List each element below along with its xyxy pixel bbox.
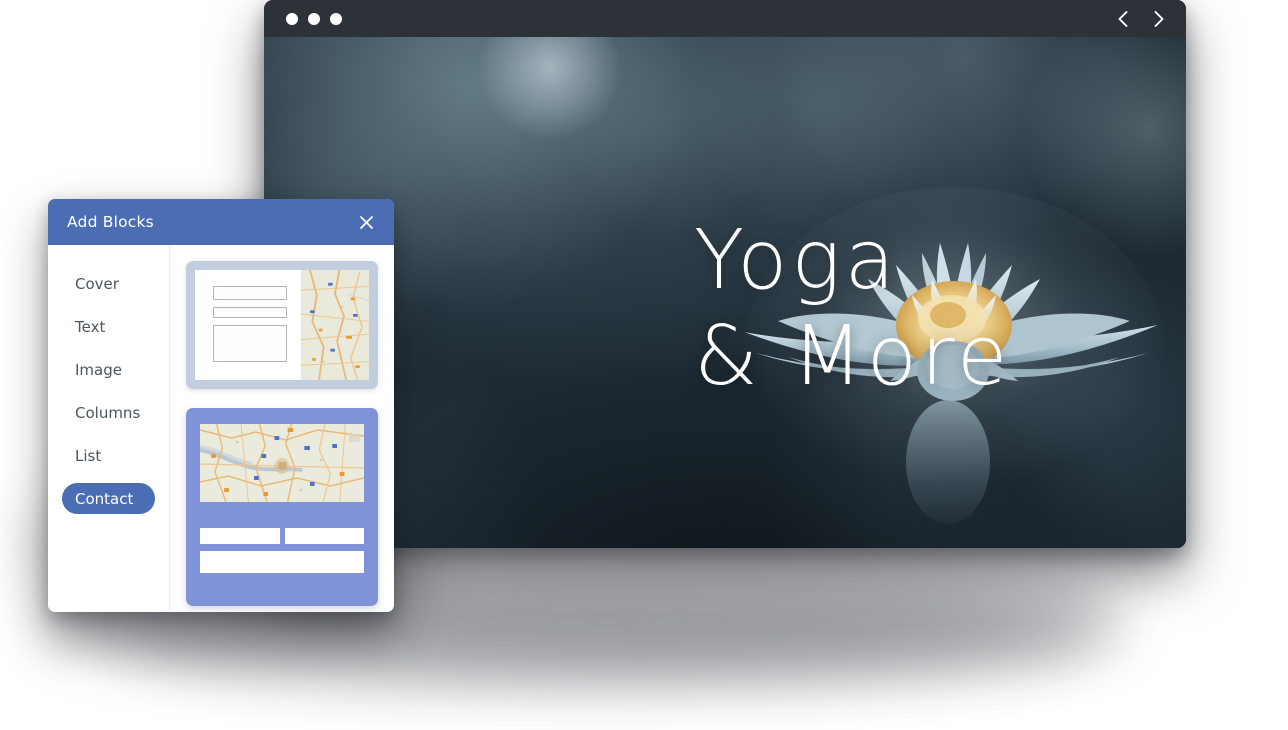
dialog-header: Add Blocks — [48, 199, 394, 245]
sidebar-item-columns[interactable]: Columns — [62, 397, 155, 428]
hero-title-line-2: & More — [694, 309, 1012, 404]
browser-window: Yoga & More — [264, 0, 1186, 548]
block-preview-contact-form-with-side-map[interactable] — [186, 261, 378, 389]
add-blocks-dialog: Add Blocks Cover Text Image Columns List — [48, 199, 394, 612]
preview-textarea-field — [213, 325, 288, 362]
sidebar-item-cover[interactable]: Cover — [62, 268, 155, 299]
preview-input-field — [213, 286, 288, 300]
sidebar-item-label: Contact — [75, 489, 134, 508]
sidebar-item-label: Columns — [75, 403, 141, 422]
preview-map-thumbnail — [301, 270, 369, 380]
dialog-body: Cover Text Image Columns List Contact — [48, 245, 394, 612]
sidebar-item-label: List — [75, 446, 102, 465]
preview-form-fields — [195, 270, 301, 380]
window-dot-maximize[interactable] — [330, 12, 342, 25]
preview-input-field — [284, 528, 364, 544]
block-preview-contact-form-with-top-map[interactable] — [186, 408, 378, 606]
sidebar-item-label: Cover — [75, 274, 119, 293]
preview-input-field — [213, 307, 288, 318]
slider-navigation — [1112, 8, 1170, 30]
dialog-title: Add Blocks — [67, 213, 154, 231]
preview-field-row — [200, 528, 364, 544]
block-category-list: Cover Text Image Columns List Contact — [48, 245, 170, 612]
sidebar-item-list[interactable]: List — [62, 440, 155, 471]
ambient-shadow — [120, 600, 1100, 685]
preview-textarea-field — [200, 551, 364, 573]
block-preview-list — [170, 245, 394, 612]
sidebar-item-text[interactable]: Text — [62, 311, 155, 342]
preview-input-field — [200, 528, 280, 544]
browser-titlebar — [264, 0, 1186, 37]
preview-map-thumbnail — [200, 424, 364, 502]
sidebar-item-label: Text — [75, 317, 106, 336]
window-dot-close[interactable] — [286, 12, 298, 25]
hero-banner: Yoga & More — [264, 37, 1186, 548]
window-dot-minimize[interactable] — [308, 12, 320, 25]
preview-canvas — [195, 270, 369, 380]
hero-title-line-1: Yoga — [694, 213, 899, 308]
sidebar-item-contact[interactable]: Contact — [62, 483, 155, 514]
sidebar-item-image[interactable]: Image — [62, 354, 155, 385]
hero-title: Yoga & More — [694, 213, 1011, 405]
sidebar-item-label: Image — [75, 360, 122, 379]
chevron-left-icon[interactable] — [1112, 8, 1134, 30]
window-controls — [286, 12, 342, 25]
close-icon[interactable] — [355, 211, 377, 233]
chevron-right-icon[interactable] — [1148, 8, 1170, 30]
